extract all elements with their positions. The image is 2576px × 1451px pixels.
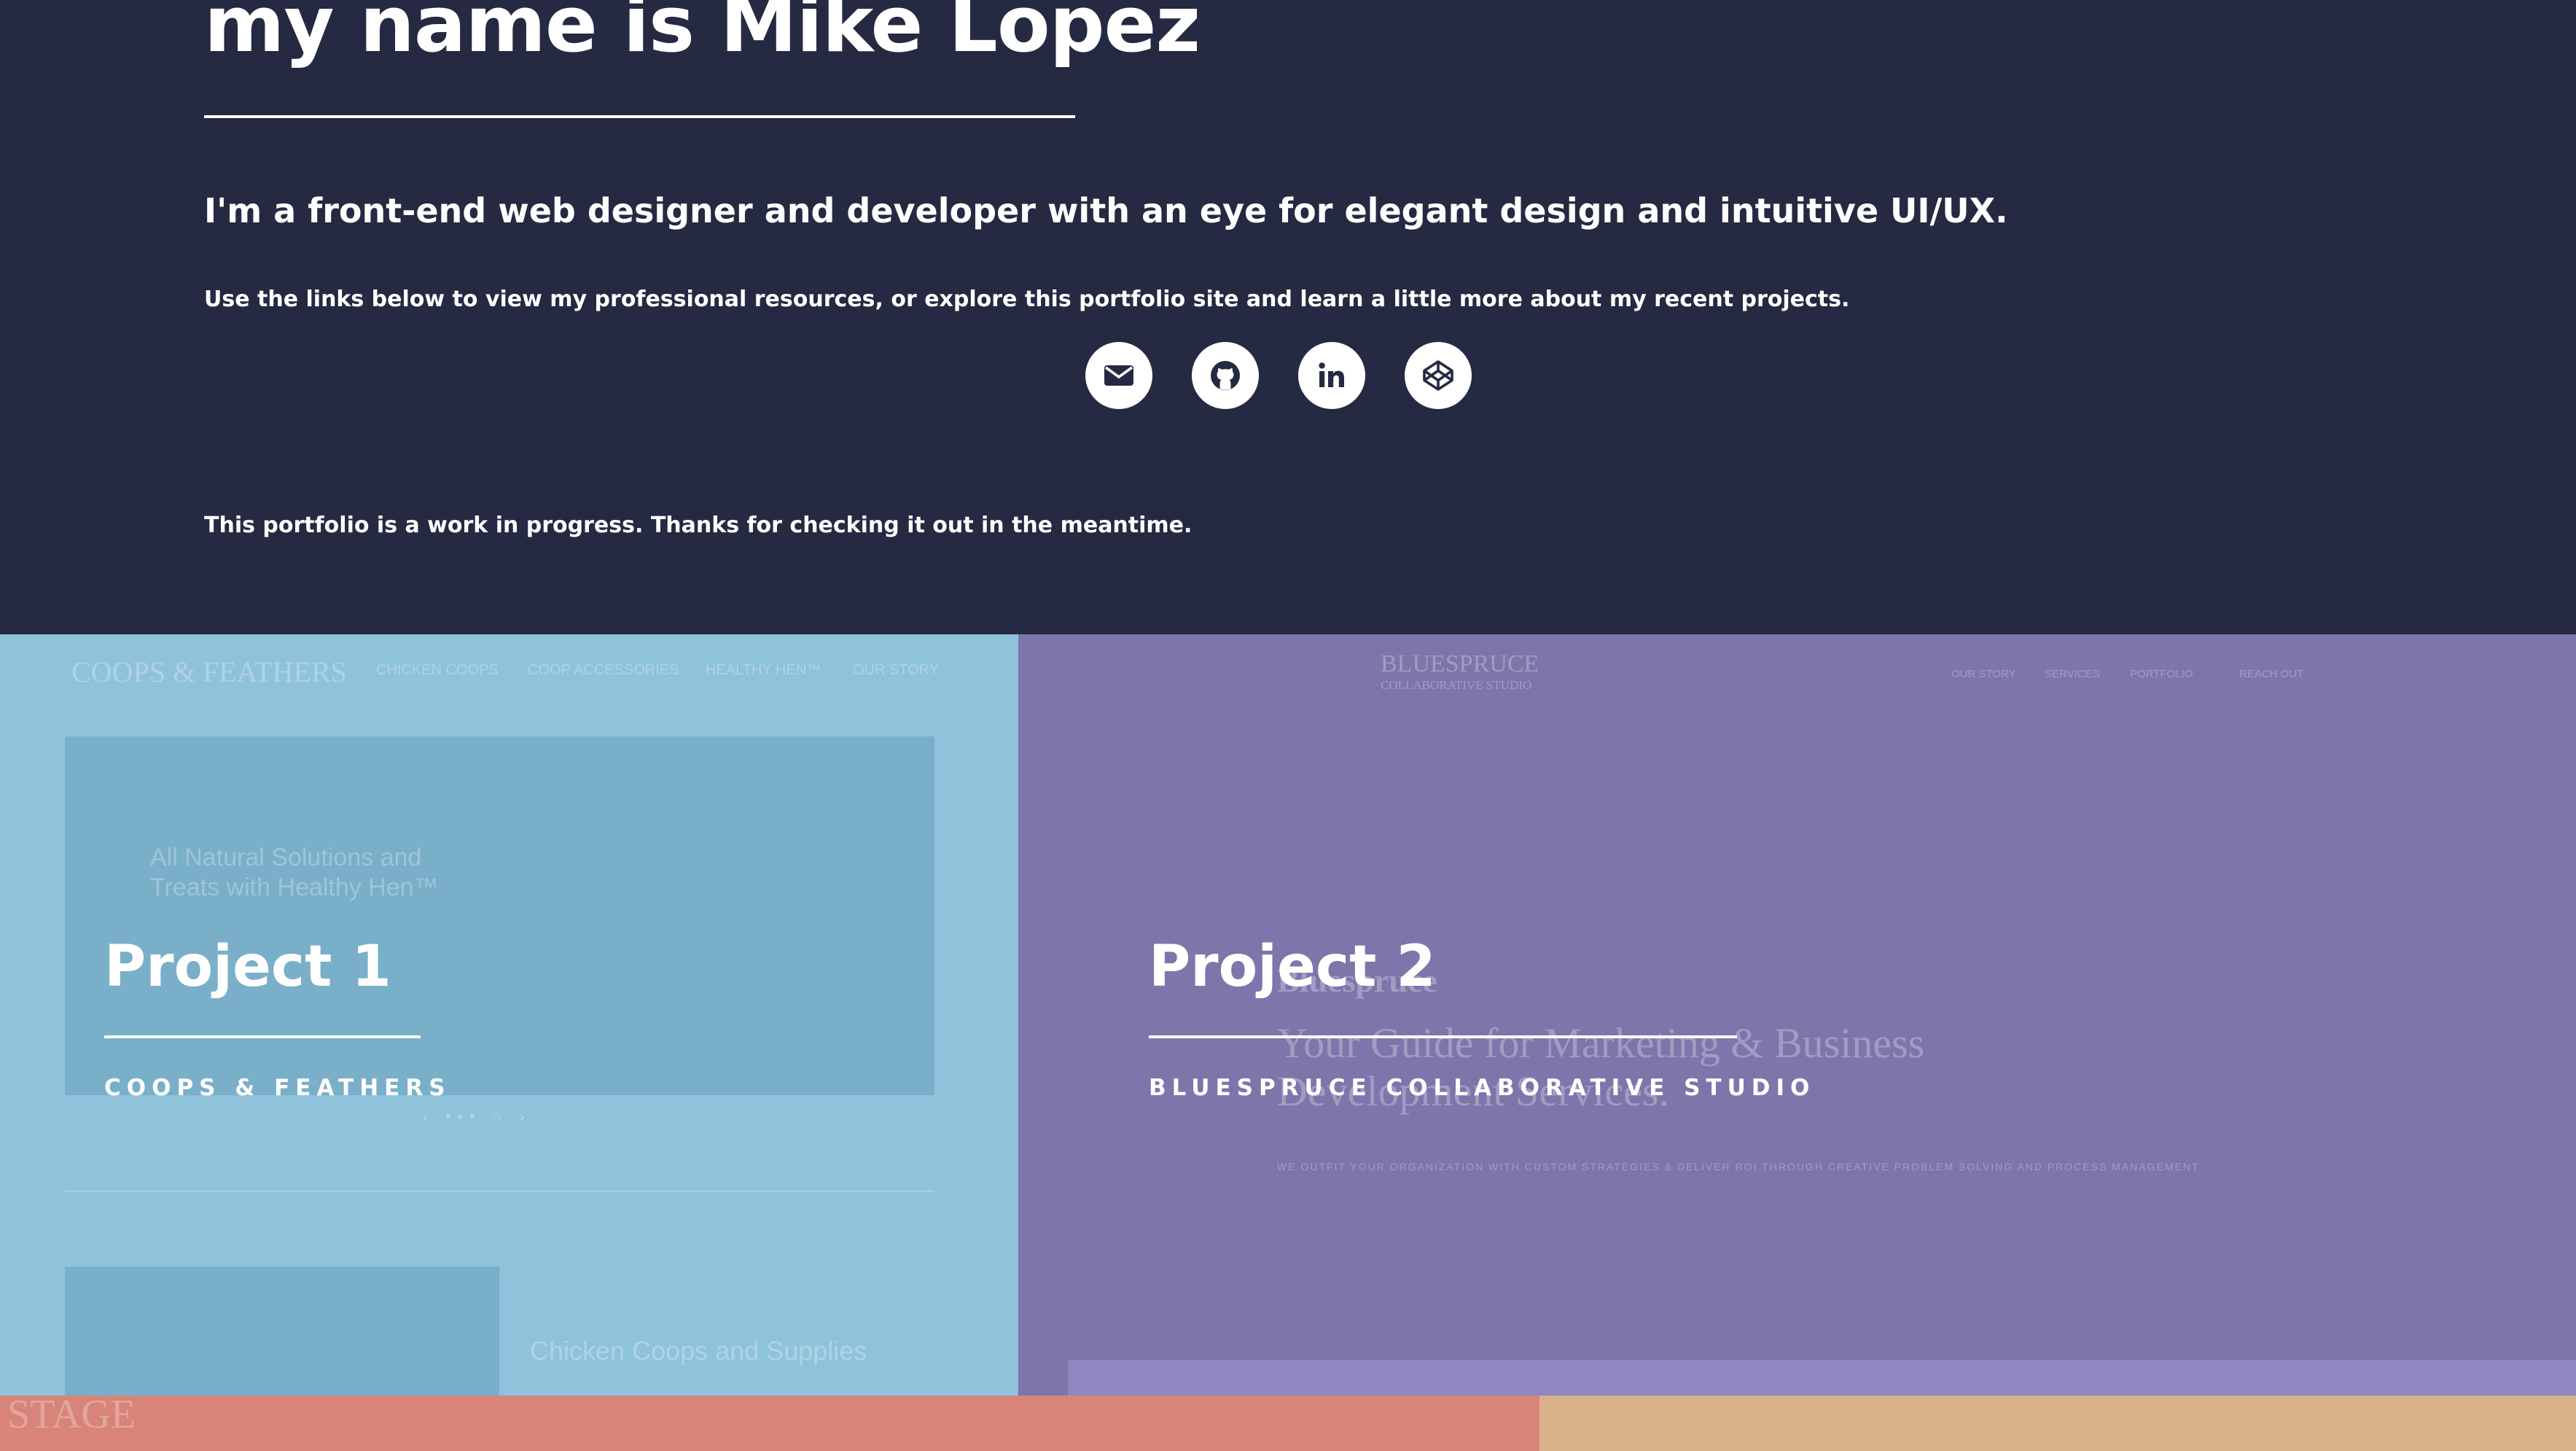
- preview-footer-band: [1068, 1360, 2576, 1396]
- preview-banner: [65, 736, 934, 1095]
- preview-logo: COOPS & FEATHERS: [71, 656, 347, 688]
- hero-tagline: I'm a front-end web designer and develop…: [204, 191, 2008, 230]
- preview-nav-item: OUR STORY: [853, 662, 940, 678]
- preview-banner-text: All Natural Solutions and Treats with He…: [150, 844, 439, 901]
- preview-headline: Your Guide for Marketing & Business Deve…: [1277, 1019, 1925, 1115]
- hero-title: my name is Mike Lopez: [204, 0, 1201, 69]
- github-icon: [1211, 361, 1240, 390]
- github-button[interactable]: [1192, 342, 1259, 409]
- preview-nav-item: SERVICES: [2045, 668, 2100, 680]
- project-subtitle: BLUESPRUCE COLLABORATIVE STUDIO: [1149, 1075, 1816, 1101]
- project-divider: [1149, 1035, 1737, 1038]
- hero-section: my name is Mike Lopez I'm a front-end we…: [0, 0, 2576, 634]
- preview-nav-item: PORTFOLIO: [2130, 668, 2193, 680]
- codepen-icon: [1423, 360, 1453, 391]
- project-title: Project 1: [104, 934, 391, 1000]
- social-links: [1085, 342, 1472, 409]
- preview-logo: BLUESPRUCE: [1381, 650, 1539, 677]
- project-divider: [104, 1035, 421, 1038]
- project-tile-coops-feathers[interactable]: COOPS & FEATHERS CHICKEN COOPS COOP ACCE…: [0, 634, 1018, 1396]
- project-subtitle: COOPS & FEATHERS: [104, 1075, 451, 1101]
- project-tile-bluespruce[interactable]: BLUESPRUCE COLLABORATIVE STUDIO OUR STOR…: [1018, 634, 2576, 1396]
- preview-nav-item: CHICKEN COOPS: [376, 662, 499, 678]
- preview-nav-item: REACH OUT: [2239, 668, 2304, 680]
- preview-section-heading: Chicken Coops and Supplies: [530, 1336, 867, 1366]
- linkedin-button[interactable]: [1298, 342, 1365, 409]
- preview-logo-sub: COLLABORATIVE STUDIO: [1381, 678, 1532, 692]
- email-button[interactable]: [1085, 342, 1152, 409]
- preview-divider: [65, 1190, 934, 1192]
- preview-logo: STAGE: [7, 1396, 136, 1437]
- hero-divider: [204, 115, 1075, 118]
- codepen-button[interactable]: [1405, 342, 1472, 409]
- linkedin-icon: [1319, 362, 1344, 387]
- hero-note: This portfolio is a work in progress. Th…: [204, 513, 1193, 538]
- project-tile-3[interactable]: STAGE: [0, 1396, 1539, 1451]
- preview-nav-item: OUR STORY: [1951, 668, 2016, 680]
- hero-intro: Use the links below to view my professio…: [204, 287, 1850, 312]
- envelope-icon: [1104, 365, 1133, 386]
- project-title: Project 2: [1149, 934, 1436, 1000]
- preview-body: WE OUTFIT YOUR ORGANIZATION WITH CUSTOM …: [1277, 1161, 2200, 1172]
- preview-carousel-dots: ‹ ••• ○ ›: [423, 1107, 531, 1127]
- preview-nav-item: HEALTHY HEN™: [706, 662, 821, 678]
- preview-nav-item: COOP ACCESSORIES: [528, 662, 679, 678]
- project-tile-4[interactable]: [1539, 1396, 2576, 1451]
- preview-thumbnail: [65, 1267, 499, 1396]
